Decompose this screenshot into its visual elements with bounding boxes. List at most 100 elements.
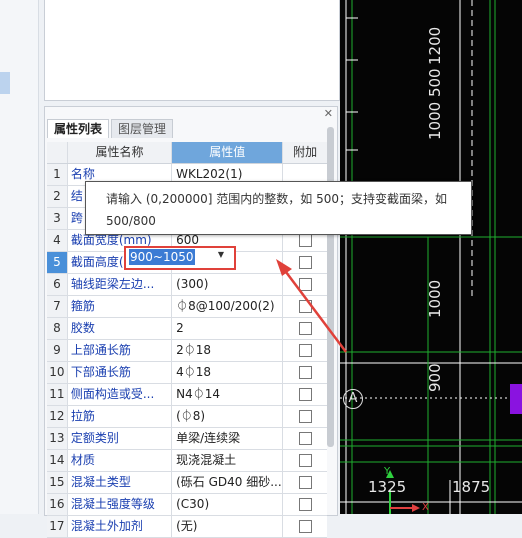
property-name: 轴线距梁左边... <box>68 274 173 295</box>
property-value[interactable]: 4⏀18 <box>172 362 284 383</box>
property-name: 混凝土外加剂 <box>68 516 173 537</box>
tab-property-list[interactable]: 属性列表 <box>47 119 110 138</box>
property-value[interactable]: N4⏀14 <box>172 384 284 405</box>
header-property-name: 属性名称 <box>68 142 173 163</box>
property-value[interactable]: (⏀8) <box>172 406 284 427</box>
add-checkbox-cell <box>283 428 327 449</box>
property-name: 拉筋 <box>68 406 173 427</box>
table-row[interactable]: 6 轴线距梁左边... (300) <box>47 274 327 296</box>
add-checkbox-cell <box>283 450 327 471</box>
property-value[interactable]: (砾石 GD40 细砂... <box>172 472 284 493</box>
row-number: 3 <box>47 208 68 229</box>
add-checkbox[interactable] <box>298 454 312 467</box>
add-checkbox-cell <box>283 472 327 493</box>
row-number: 10 <box>47 362 68 383</box>
panel-tabs: 属性列表 图层管理 <box>47 119 175 139</box>
add-checkbox[interactable] <box>298 520 312 533</box>
add-checkbox[interactable] <box>298 234 312 247</box>
add-checkbox[interactable] <box>298 344 312 357</box>
table-row[interactable]: 7 箍筋 ⏀8@100/200(2) <box>47 296 327 318</box>
row-number: 16 <box>47 494 68 515</box>
add-checkbox[interactable] <box>298 366 312 379</box>
dim-text-1200: 1200 <box>426 26 444 65</box>
add-checkbox-cell <box>283 340 327 361</box>
add-checkbox-cell <box>283 516 327 537</box>
table-row[interactable]: 17 混凝土外加剂 (无) <box>47 516 327 538</box>
input-hint-tooltip: 请输入 (0,200000] 范围内的整数，如 500；支持变截面梁，如 500… <box>85 181 472 235</box>
row-number: 7 <box>47 296 68 317</box>
property-name: 侧面构造或受... <box>68 384 173 405</box>
vertical-scrollbar[interactable] <box>327 127 334 447</box>
dim-text-1000-500: 1000 500 <box>426 68 444 140</box>
table-row[interactable]: 12 拉筋 (⏀8) <box>47 406 327 428</box>
dim-text-900: 900 <box>426 363 444 392</box>
add-checkbox[interactable] <box>298 476 312 489</box>
row-number: 17 <box>47 516 68 537</box>
axis-label-a: A <box>343 389 363 409</box>
property-value[interactable]: 2 <box>172 318 284 339</box>
selected-beam-marker[interactable] <box>510 384 522 414</box>
left-toolbar-strip <box>0 0 39 514</box>
left-strip-selected-item[interactable] <box>0 72 10 94</box>
add-checkbox-cell <box>283 252 327 273</box>
add-checkbox-cell <box>283 406 327 427</box>
property-value[interactable]: 2⏀18 <box>172 340 284 361</box>
table-row[interactable]: 16 混凝土强度等级 (C30) <box>47 494 327 516</box>
property-value[interactable]: (300) <box>172 274 284 295</box>
property-name: 材质 <box>68 450 173 471</box>
add-checkbox-cell <box>283 494 327 515</box>
row-number: 12 <box>47 406 68 427</box>
property-name: 混凝土强度等级 <box>68 494 173 515</box>
row-number: 1 <box>47 164 68 185</box>
table-row[interactable]: 15 混凝土类型 (砾石 GD40 细砂... <box>47 472 327 494</box>
section-height-value[interactable]: 900~1050 <box>129 249 195 265</box>
add-checkbox[interactable] <box>298 388 312 401</box>
table-row[interactable]: 13 定额类别 单梁/连续梁 <box>47 428 327 450</box>
row-number: 13 <box>47 428 68 449</box>
section-height-input[interactable]: 900~1050 ▼ <box>124 246 236 270</box>
tooltip-line-2: 500/800 <box>106 214 156 228</box>
property-name: 混凝土类型 <box>68 472 173 493</box>
header-add: 附加 <box>293 145 318 159</box>
property-name: 定额类别 <box>68 428 173 449</box>
add-checkbox-cell <box>283 296 327 317</box>
row-number: 6 <box>47 274 68 295</box>
table-row[interactable]: 14 材质 现浇混凝土 <box>47 450 327 472</box>
property-name: 箍筋 <box>68 296 173 317</box>
property-name: 下部通长筋 <box>68 362 173 383</box>
y-axis-label: Y <box>384 466 391 477</box>
grid-header: 属性名称 属性值 附加 <box>47 142 327 164</box>
property-name: 上部通长筋 <box>68 340 173 361</box>
add-checkbox-cell <box>283 362 327 383</box>
property-value[interactable]: (无) <box>172 516 284 537</box>
table-row[interactable]: 9 上部通长筋 2⏀18 <box>47 340 327 362</box>
chevron-down-icon[interactable]: ▼ <box>218 250 224 259</box>
x-axis-label: X <box>422 502 429 513</box>
row-number: 14 <box>47 450 68 471</box>
add-checkbox-cell <box>283 274 327 295</box>
top-panel <box>44 0 340 101</box>
dim-text-1325: 1325 <box>368 478 407 496</box>
cad-canvas[interactable]: 1200 1000 500 1000 900 A 1325 1875 Y X <box>340 0 522 514</box>
property-value[interactable]: ⏀8@100/200(2) <box>172 296 284 317</box>
dim-text-1875: 1875 <box>452 478 491 496</box>
property-value[interactable]: 现浇混凝土 <box>172 450 284 471</box>
add-checkbox[interactable] <box>298 278 312 291</box>
add-checkbox[interactable] <box>298 256 312 269</box>
property-value[interactable]: (C30) <box>172 494 284 515</box>
dim-text-1000: 1000 <box>426 279 444 318</box>
add-checkbox[interactable] <box>298 322 312 335</box>
add-checkbox[interactable] <box>298 410 312 423</box>
add-checkbox[interactable] <box>298 498 312 511</box>
add-checkbox[interactable] <box>298 432 312 445</box>
tab-layer-management[interactable]: 图层管理 <box>111 119 174 138</box>
table-row[interactable]: 11 侧面构造或受... N4⏀14 <box>47 384 327 406</box>
add-checkbox[interactable] <box>298 300 312 313</box>
property-value[interactable]: 单梁/连续梁 <box>172 428 284 449</box>
table-row[interactable]: 10 下部通长筋 4⏀18 <box>47 362 327 384</box>
table-row[interactable]: 8 胶数 2 <box>47 318 327 340</box>
row-number: 8 <box>47 318 68 339</box>
header-property-value: 属性值 <box>172 142 284 163</box>
add-checkbox-cell <box>283 318 327 339</box>
close-icon[interactable]: ✕ <box>324 107 333 120</box>
